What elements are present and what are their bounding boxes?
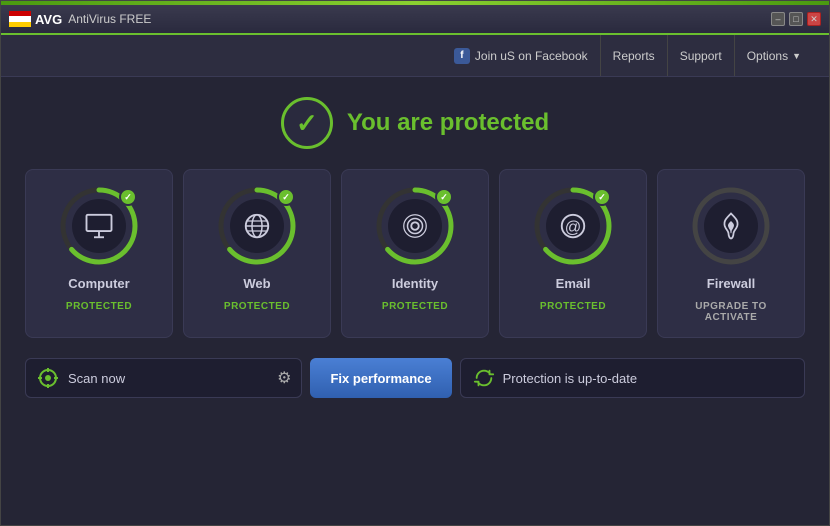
web-status: PROTECTED: [224, 301, 290, 312]
email-icon: @: [558, 211, 588, 241]
update-icon: [473, 367, 495, 389]
facebook-icon: f: [454, 48, 470, 64]
firewall-status: UPGRADE TO ACTIVATE: [668, 301, 794, 323]
computer-icon-inner: [72, 199, 126, 253]
update-label: Protection is up-to-date: [503, 371, 637, 386]
avg-logo: AVG AntiVirus FREE: [9, 11, 151, 27]
options-menu[interactable]: Options ▼: [735, 35, 813, 76]
nav-bar: f Join uS on Facebook Reports Support Op…: [1, 35, 829, 77]
identity-card[interactable]: ✓ Identity PROTECTED: [341, 169, 489, 338]
web-icon-inner: [230, 199, 284, 253]
scan-label: Scan now: [68, 371, 269, 386]
identity-status: PROTECTED: [382, 301, 448, 312]
computer-name: Computer: [68, 276, 129, 291]
main-window: AVG AntiVirus FREE – □ ✕ f Join uS on Fa…: [0, 0, 830, 526]
computer-icon-wrap: ✓: [59, 186, 139, 266]
update-section: Protection is up-to-date: [460, 358, 805, 398]
email-status: PROTECTED: [540, 301, 606, 312]
firewall-icon-wrap: [691, 186, 771, 266]
web-name: Web: [243, 276, 270, 291]
web-check-badge: ✓: [277, 188, 295, 206]
facebook-link[interactable]: f Join uS on Facebook: [442, 35, 601, 76]
status-section: ✓ You are protected: [281, 97, 549, 149]
svg-text:@: @: [565, 218, 582, 236]
bottom-bar: Scan now ⚙ Fix performance Protection is…: [25, 358, 805, 398]
title-bar-left: AVG AntiVirus FREE: [9, 11, 151, 27]
facebook-label: Join uS on Facebook: [475, 49, 588, 63]
status-circle: ✓: [281, 97, 333, 149]
computer-check-badge: ✓: [119, 188, 137, 206]
identity-icon: [400, 211, 430, 241]
support-label: Support: [680, 49, 722, 63]
email-name: Email: [556, 276, 591, 291]
app-title: AntiVirus FREE: [68, 12, 151, 26]
firewall-name: Firewall: [707, 276, 755, 291]
identity-name: Identity: [392, 276, 438, 291]
title-bar: AVG AntiVirus FREE – □ ✕: [1, 5, 829, 35]
window-controls: – □ ✕: [771, 12, 821, 26]
email-icon-wrap: @ ✓: [533, 186, 613, 266]
status-text: You are protected: [347, 109, 549, 137]
identity-icon-inner: [388, 199, 442, 253]
scan-icon: [36, 366, 60, 390]
computer-icon: [84, 211, 114, 241]
gear-icon[interactable]: ⚙: [277, 368, 291, 388]
fix-performance-button[interactable]: Fix performance: [310, 358, 451, 398]
close-button[interactable]: ✕: [807, 12, 821, 26]
email-card[interactable]: @ ✓ Email PROTECTED: [499, 169, 647, 338]
identity-check-badge: ✓: [435, 188, 453, 206]
email-check-badge: ✓: [593, 188, 611, 206]
main-content: ✓ You are protected: [1, 77, 829, 525]
computer-card[interactable]: ✓ Computer PROTECTED: [25, 169, 173, 338]
firewall-icon-inner: [704, 199, 758, 253]
web-icon-wrap: ✓: [217, 186, 297, 266]
scan-section: Scan now ⚙: [25, 358, 302, 398]
options-arrow-icon: ▼: [792, 51, 801, 61]
support-link[interactable]: Support: [668, 35, 735, 76]
identity-icon-wrap: ✓: [375, 186, 455, 266]
web-icon: [242, 211, 272, 241]
reports-label: Reports: [613, 49, 655, 63]
cards-row: ✓ Computer PROTECTED: [25, 169, 805, 338]
minimize-button[interactable]: –: [771, 12, 785, 26]
email-icon-inner: @: [546, 199, 600, 253]
restore-button[interactable]: □: [789, 12, 803, 26]
status-check-icon: ✓: [296, 108, 318, 139]
options-label: Options: [747, 49, 788, 63]
reports-link[interactable]: Reports: [601, 35, 668, 76]
avg-brand: AVG: [35, 12, 62, 27]
web-card[interactable]: ✓ Web PROTECTED: [183, 169, 331, 338]
avg-flag-icon: [9, 11, 31, 27]
computer-status: PROTECTED: [66, 301, 132, 312]
firewall-card[interactable]: Firewall UPGRADE TO ACTIVATE: [657, 169, 805, 338]
firewall-icon: [716, 211, 746, 241]
